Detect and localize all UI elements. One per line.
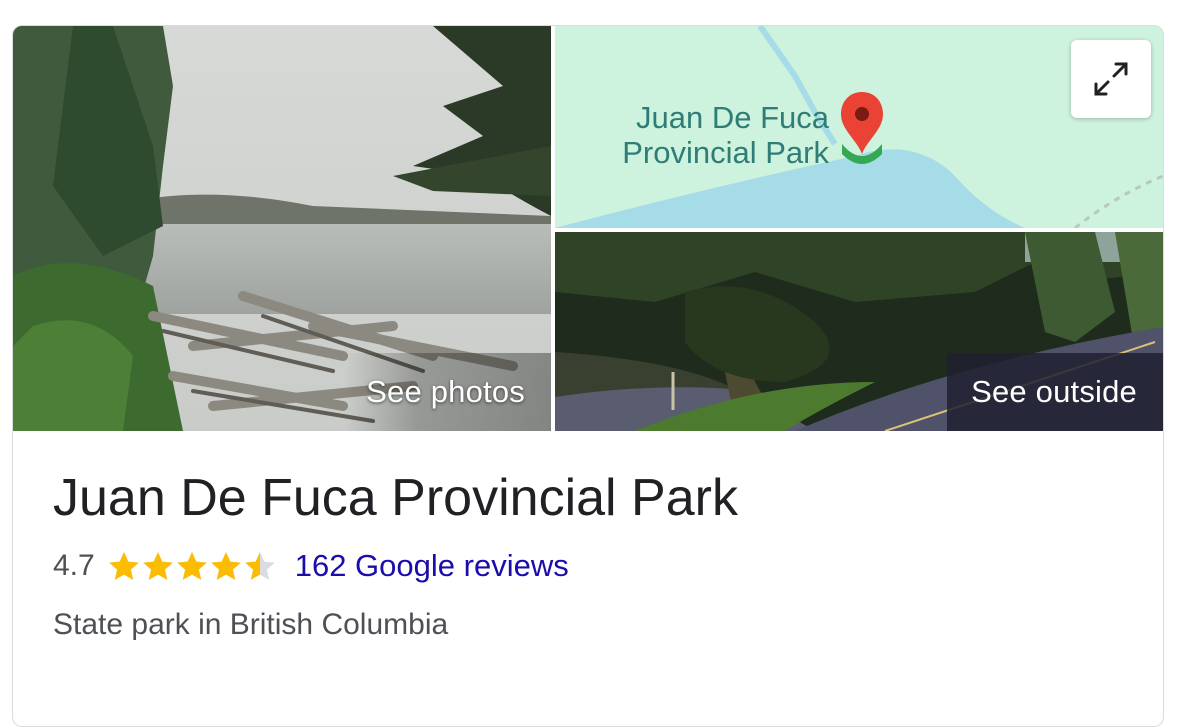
street-view-tile[interactable]: See outside	[555, 232, 1163, 431]
map-label-line1: Juan De Fuca	[636, 100, 829, 135]
place-info: Juan De Fuca Provincial Park 4.7 162 Goo…	[53, 466, 1133, 642]
star-icon	[142, 552, 173, 580]
map-tile[interactable]: Juan De Fuca Provincial Park	[555, 26, 1163, 228]
rating-row: 4.7 162 Google reviews	[53, 546, 1133, 586]
map-pin-icon[interactable]	[839, 90, 885, 170]
star-icon	[244, 552, 275, 580]
photos-tile[interactable]: See photos	[13, 26, 551, 431]
expand-map-button[interactable]	[1071, 40, 1151, 118]
map-place-label: Juan De Fuca Provincial Park	[585, 100, 829, 170]
star-icon	[210, 552, 241, 580]
knowledge-panel-card: See photos Juan De Fuca Provincial Park	[12, 25, 1164, 727]
map-label-line2: Provincial Park	[622, 135, 829, 170]
google-reviews-link[interactable]: 162 Google reviews	[295, 548, 569, 584]
star-icon	[176, 552, 207, 580]
see-outside-label: See outside	[947, 353, 1163, 431]
see-photos-label: See photos	[344, 353, 551, 431]
media-strip: See photos Juan De Fuca Provincial Park	[13, 26, 1163, 431]
star-rating	[107, 550, 277, 582]
place-title: Juan De Fuca Provincial Park	[53, 469, 738, 527]
star-icon	[108, 552, 139, 580]
place-category: State park in British Columbia	[53, 608, 449, 641]
rating-value: 4.7	[53, 549, 95, 582]
expand-icon	[1094, 62, 1128, 96]
